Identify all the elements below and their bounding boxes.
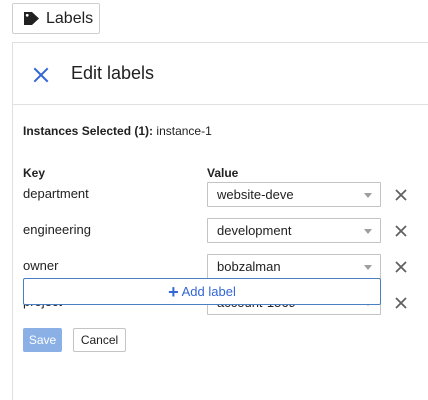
close-icon[interactable]	[31, 65, 51, 85]
tag-icon	[23, 11, 40, 26]
labels-button-label: Labels	[46, 9, 94, 27]
instances-selected-label: Instances Selected (1):	[23, 124, 154, 138]
remove-label-icon[interactable]	[393, 187, 409, 203]
plus-icon: +	[168, 281, 179, 302]
label-key: engineering	[23, 222, 91, 237]
remove-label-icon[interactable]	[393, 295, 409, 311]
label-value: development	[217, 223, 292, 238]
dropdown-caret-icon	[364, 229, 372, 234]
cancel-button[interactable]: Cancel	[73, 328, 126, 352]
save-button[interactable]: Save	[23, 328, 62, 352]
add-label-text: Add label	[181, 284, 236, 299]
label-value-select[interactable]: development	[207, 218, 381, 243]
panel-header: Edit labels	[13, 43, 428, 105]
label-value: bobzalman	[217, 259, 281, 274]
value-column-header: Value	[207, 166, 239, 180]
label-key: owner	[23, 258, 59, 273]
instances-selected: Instances Selected (1): instance-1	[23, 124, 212, 138]
label-value: website-deve	[217, 187, 294, 202]
labels-screen: Labels Edit labels Instances Selected (1…	[0, 0, 428, 400]
key-column-header: Key	[23, 166, 46, 180]
remove-label-icon[interactable]	[393, 223, 409, 239]
dropdown-caret-icon	[364, 265, 372, 270]
dropdown-caret-icon	[364, 193, 372, 198]
panel-title: Edit labels	[71, 63, 155, 83]
remove-label-icon[interactable]	[393, 259, 409, 275]
label-value-select[interactable]: website-deve	[207, 182, 381, 207]
label-value-select[interactable]: bobzalman	[207, 254, 381, 279]
labels-button[interactable]: Labels	[12, 3, 100, 34]
label-key: department	[23, 186, 89, 201]
edit-labels-panel: Edit labels Instances Selected (1): inst…	[12, 42, 428, 400]
add-label-button[interactable]: + Add label	[23, 278, 381, 305]
instances-selected-value: instance-1	[153, 124, 212, 138]
